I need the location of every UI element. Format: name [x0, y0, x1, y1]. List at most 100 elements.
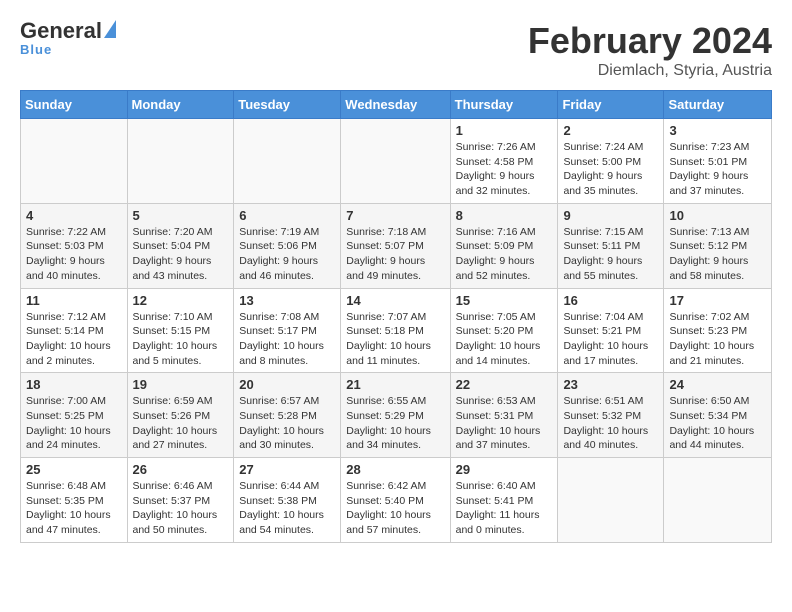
day-info: Sunrise: 6:51 AMSunset: 5:32 PMDaylight:…: [563, 394, 658, 453]
day-number: 26: [133, 462, 229, 477]
calendar-cell: 6Sunrise: 7:19 AMSunset: 5:06 PMDaylight…: [234, 203, 341, 288]
day-info: Sunrise: 7:08 AMSunset: 5:17 PMDaylight:…: [239, 310, 335, 369]
day-number: 18: [26, 377, 122, 392]
calendar-cell: 1 Sunrise: 7:26 AMSunset: 4:58 PMDaylight…: [450, 119, 558, 204]
day-info: Sunrise: 7:20 AMSunset: 5:04 PMDaylight:…: [133, 225, 229, 284]
day-number: 4: [26, 208, 122, 223]
calendar-cell: 10Sunrise: 7:13 AMSunset: 5:12 PMDayligh…: [664, 203, 772, 288]
calendar-week-3: 11 Sunrise: 7:12 AMSunset: 5:14 PMDayligh…: [21, 288, 772, 373]
calendar-week-2: 4 Sunrise: 7:22 AMSunset: 5:03 PMDaylight…: [21, 203, 772, 288]
calendar-cell: 13 Sunrise: 7:08 AMSunset: 5:17 PMDayligh…: [234, 288, 341, 373]
day-info: Sunrise: 6:57 AMSunset: 5:28 PMDaylight:…: [239, 394, 335, 453]
day-info: Sunrise: 7:13 AMSunset: 5:12 PMDaylight:…: [669, 225, 766, 284]
weekday-header-thursday: Thursday: [450, 91, 558, 119]
day-info: Sunrise: 7:07 AMSunset: 5:18 PMDaylight:…: [346, 310, 444, 369]
calendar-week-5: 25 Sunrise: 6:48 AMSunset: 5:35 PMDayligh…: [21, 458, 772, 543]
day-number: 1: [456, 123, 553, 138]
day-info: Sunrise: 6:59 AMSunset: 5:26 PMDaylight:…: [133, 394, 229, 453]
day-number: 2: [563, 123, 658, 138]
day-number: 16: [563, 293, 658, 308]
day-info: Sunrise: 7:00 AMSunset: 5:25 PMDaylight:…: [26, 394, 122, 453]
title-block: February 2024 Diemlach, Styria, Austria: [528, 20, 772, 80]
calendar-cell: 27 Sunrise: 6:44 AMSunset: 5:38 PMDayligh…: [234, 458, 341, 543]
logo-text: General: [20, 20, 116, 42]
weekday-header-wednesday: Wednesday: [341, 91, 450, 119]
calendar-week-1: 1 Sunrise: 7:26 AMSunset: 4:58 PMDaylight…: [21, 119, 772, 204]
day-number: 27: [239, 462, 335, 477]
calendar-cell: 14 Sunrise: 7:07 AMSunset: 5:18 PMDayligh…: [341, 288, 450, 373]
calendar-cell: 18 Sunrise: 7:00 AMSunset: 5:25 PMDayligh…: [21, 373, 128, 458]
calendar-cell: 17Sunrise: 7:02 AMSunset: 5:23 PMDayligh…: [664, 288, 772, 373]
calendar-cell: 22 Sunrise: 6:53 AMSunset: 5:31 PMDayligh…: [450, 373, 558, 458]
day-number: 3: [669, 123, 766, 138]
calendar-cell: [234, 119, 341, 204]
day-number: 12: [133, 293, 229, 308]
day-number: 19: [133, 377, 229, 392]
calendar-cell: 24Sunrise: 6:50 AMSunset: 5:34 PMDayligh…: [664, 373, 772, 458]
calendar-cell: 15 Sunrise: 7:05 AMSunset: 5:20 PMDayligh…: [450, 288, 558, 373]
logo: General Blue: [20, 20, 116, 57]
day-info: Sunrise: 7:10 AMSunset: 5:15 PMDaylight:…: [133, 310, 229, 369]
day-info: Sunrise: 6:46 AMSunset: 5:37 PMDaylight:…: [133, 479, 229, 538]
day-info: Sunrise: 6:42 AMSunset: 5:40 PMDaylight:…: [346, 479, 444, 538]
day-number: 5: [133, 208, 229, 223]
calendar-cell: [21, 119, 128, 204]
day-info: Sunrise: 7:22 AMSunset: 5:03 PMDaylight:…: [26, 225, 122, 284]
location: Diemlach, Styria, Austria: [528, 62, 772, 80]
calendar-cell: 2 Sunrise: 7:24 AMSunset: 5:00 PMDaylight…: [558, 119, 664, 204]
logo-sub: Blue: [20, 42, 52, 57]
calendar-cell: 20 Sunrise: 6:57 AMSunset: 5:28 PMDayligh…: [234, 373, 341, 458]
calendar-cell: 25 Sunrise: 6:48 AMSunset: 5:35 PMDayligh…: [21, 458, 128, 543]
calendar-header: SundayMondayTuesdayWednesdayThursdayFrid…: [21, 91, 772, 119]
weekday-header-tuesday: Tuesday: [234, 91, 341, 119]
calendar-cell: 26 Sunrise: 6:46 AMSunset: 5:37 PMDayligh…: [127, 458, 234, 543]
calendar-cell: 12 Sunrise: 7:10 AMSunset: 5:15 PMDayligh…: [127, 288, 234, 373]
day-number: 21: [346, 377, 444, 392]
day-info: Sunrise: 7:04 AMSunset: 5:21 PMDaylight:…: [563, 310, 658, 369]
day-number: 20: [239, 377, 335, 392]
day-number: 24: [669, 377, 766, 392]
calendar-cell: 16 Sunrise: 7:04 AMSunset: 5:21 PMDayligh…: [558, 288, 664, 373]
calendar-cell: 23Sunrise: 6:51 AMSunset: 5:32 PMDayligh…: [558, 373, 664, 458]
day-info: Sunrise: 6:55 AMSunset: 5:29 PMDaylight:…: [346, 394, 444, 453]
day-info: Sunrise: 7:12 AMSunset: 5:14 PMDaylight:…: [26, 310, 122, 369]
day-info: Sunrise: 7:02 AMSunset: 5:23 PMDaylight:…: [669, 310, 766, 369]
calendar-cell: 9Sunrise: 7:15 AMSunset: 5:11 PMDaylight…: [558, 203, 664, 288]
calendar-cell: 8 Sunrise: 7:16 AMSunset: 5:09 PMDaylight…: [450, 203, 558, 288]
calendar-cell: 28Sunrise: 6:42 AMSunset: 5:40 PMDayligh…: [341, 458, 450, 543]
calendar-cell: [558, 458, 664, 543]
day-number: 25: [26, 462, 122, 477]
day-number: 22: [456, 377, 553, 392]
day-info: Sunrise: 7:16 AMSunset: 5:09 PMDaylight:…: [456, 225, 553, 284]
day-info: Sunrise: 6:44 AMSunset: 5:38 PMDaylight:…: [239, 479, 335, 538]
calendar-cell: 29 Sunrise: 6:40 AMSunset: 5:41 PMDayligh…: [450, 458, 558, 543]
calendar-week-4: 18 Sunrise: 7:00 AMSunset: 5:25 PMDayligh…: [21, 373, 772, 458]
day-info: Sunrise: 7:24 AMSunset: 5:00 PMDaylight:…: [563, 140, 658, 199]
day-info: Sunrise: 7:26 AMSunset: 4:58 PMDaylight:…: [456, 140, 553, 199]
day-number: 8: [456, 208, 553, 223]
calendar-cell: [127, 119, 234, 204]
day-number: 15: [456, 293, 553, 308]
day-info: Sunrise: 7:15 AMSunset: 5:11 PMDaylight:…: [563, 225, 658, 284]
calendar-cell: 5 Sunrise: 7:20 AMSunset: 5:04 PMDaylight…: [127, 203, 234, 288]
page-header: General Blue February 2024 Diemlach, Sty…: [20, 20, 772, 80]
calendar-cell: [664, 458, 772, 543]
day-info: Sunrise: 7:18 AMSunset: 5:07 PMDaylight:…: [346, 225, 444, 284]
calendar-cell: 4 Sunrise: 7:22 AMSunset: 5:03 PMDaylight…: [21, 203, 128, 288]
day-info: Sunrise: 6:53 AMSunset: 5:31 PMDaylight:…: [456, 394, 553, 453]
day-number: 13: [239, 293, 335, 308]
day-info: Sunrise: 7:05 AMSunset: 5:20 PMDaylight:…: [456, 310, 553, 369]
day-info: Sunrise: 6:48 AMSunset: 5:35 PMDaylight:…: [26, 479, 122, 538]
day-info: Sunrise: 7:19 AMSunset: 5:06 PMDaylight:…: [239, 225, 335, 284]
weekday-header-sunday: Sunday: [21, 91, 128, 119]
calendar-body: 1 Sunrise: 7:26 AMSunset: 4:58 PMDaylight…: [21, 119, 772, 543]
weekday-header-friday: Friday: [558, 91, 664, 119]
calendar-cell: 3Sunrise: 7:23 AMSunset: 5:01 PMDaylight…: [664, 119, 772, 204]
day-info: Sunrise: 6:40 AMSunset: 5:41 PMDaylight:…: [456, 479, 553, 538]
day-number: 11: [26, 293, 122, 308]
day-number: 14: [346, 293, 444, 308]
calendar-cell: 21 Sunrise: 6:55 AMSunset: 5:29 PMDayligh…: [341, 373, 450, 458]
day-number: 29: [456, 462, 553, 477]
calendar-cell: 19 Sunrise: 6:59 AMSunset: 5:26 PMDayligh…: [127, 373, 234, 458]
weekday-header-saturday: Saturday: [664, 91, 772, 119]
